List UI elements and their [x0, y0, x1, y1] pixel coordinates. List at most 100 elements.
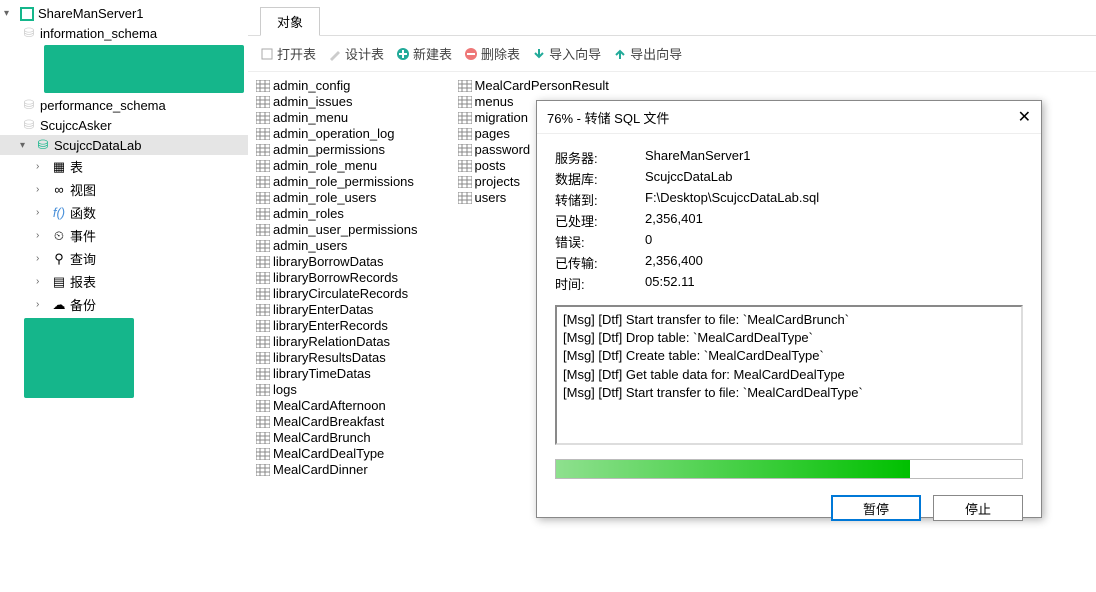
table-row[interactable]: MealCardDealType [256, 446, 418, 461]
table-row[interactable]: MealCardBrunch [256, 430, 418, 445]
table-icon [458, 112, 472, 124]
import-wizard-button[interactable]: 导入向导 [532, 44, 601, 63]
minus-icon [464, 47, 478, 61]
info-value: F:\Desktop\ScujccDataLab.sql [645, 190, 819, 209]
info-label: 转储到: [555, 190, 645, 209]
tree-child-函数[interactable]: ›f()函数 [0, 201, 248, 224]
export-wizard-button[interactable]: 导出向导 [613, 44, 682, 63]
chevron-down-icon: ▾ [20, 140, 34, 151]
table-row[interactable]: MealCardAfternoon [256, 398, 418, 413]
table-icon [458, 144, 472, 156]
table-icon [256, 128, 270, 140]
table-row[interactable]: admin_role_users [256, 190, 418, 205]
tree-child-报表[interactable]: ›▤报表 [0, 270, 248, 293]
table-row[interactable]: admin_user_permissions [256, 222, 418, 237]
info-label: 错误: [555, 232, 645, 251]
info-row: 时间:05:52.11 [555, 274, 1023, 293]
table-row[interactable]: admin_config [256, 78, 418, 93]
pause-button[interactable]: 暂停 [831, 495, 921, 521]
new-table-button[interactable]: 新建表 [396, 44, 452, 63]
tree-child-表[interactable]: ›▦表 [0, 155, 248, 178]
btn-label: 打开表 [277, 44, 316, 63]
table-name: libraryTimeDatas [273, 366, 371, 381]
table-icon [256, 416, 270, 428]
server-icon [18, 7, 36, 21]
tab-bar: 对象 [248, 0, 1096, 36]
table-row[interactable]: libraryTimeDatas [256, 366, 418, 381]
table-icon [256, 176, 270, 188]
stop-button[interactable]: 停止 [933, 495, 1023, 521]
chevron-right-icon: › [36, 207, 50, 218]
table-icon [256, 112, 270, 124]
db-node-perf-schema[interactable]: ⛁ performance_schema [0, 95, 248, 115]
database-icon: ⛁ [34, 137, 52, 153]
table-icon [256, 224, 270, 236]
db-node-asker[interactable]: ⛁ ScujccAsker [0, 115, 248, 135]
table-row[interactable]: logs [256, 382, 418, 397]
table-row[interactable]: admin_menu [256, 110, 418, 125]
table-name: posts [475, 158, 506, 173]
db-label: ScujccDataLab [54, 138, 141, 153]
table-row[interactable]: admin_role_permissions [256, 174, 418, 189]
table-icon [256, 384, 270, 396]
delete-table-button[interactable]: 删除表 [464, 44, 520, 63]
table-row[interactable]: admin_permissions [256, 142, 418, 157]
open-table-button[interactable]: 打开表 [260, 44, 316, 63]
table-row[interactable]: libraryRelationDatas [256, 334, 418, 349]
table-row[interactable]: libraryBorrowDatas [256, 254, 418, 269]
table-icon [256, 288, 270, 300]
table-name: admin_issues [273, 94, 353, 109]
info-value: 2,356,400 [645, 253, 703, 272]
info-label: 已处理: [555, 211, 645, 230]
export-icon [613, 47, 627, 61]
info-value: ScujccDataLab [645, 169, 732, 188]
db-node-datalab[interactable]: ▾ ⛁ ScujccDataLab [0, 135, 248, 155]
table-row[interactable]: admin_users [256, 238, 418, 253]
table-name: libraryEnterDatas [273, 302, 373, 317]
table-row[interactable]: MealCardBreakfast [256, 414, 418, 429]
btn-label: 设计表 [345, 44, 384, 63]
btn-label: 新建表 [413, 44, 452, 63]
tab-objects[interactable]: 对象 [260, 7, 320, 36]
btn-label: 导入向导 [549, 44, 601, 63]
child-icon: ⏲ [50, 228, 68, 244]
child-label: 备份 [70, 295, 96, 314]
tree-child-备份[interactable]: ›☁备份 [0, 293, 248, 316]
tree-child-事件[interactable]: ›⏲事件 [0, 224, 248, 247]
table-row[interactable]: libraryCirculateRecords [256, 286, 418, 301]
log-line: [Msg] [Dtf] Create table: `MealCardDealT… [563, 347, 1015, 365]
table-row[interactable]: admin_issues [256, 94, 418, 109]
dialog-title: 76% - 转储 SQL 文件 [547, 108, 669, 127]
db-label: ScujccAsker [40, 118, 112, 133]
tree-child-查询[interactable]: ›⚲查询 [0, 247, 248, 270]
table-icon [458, 96, 472, 108]
table-row[interactable]: libraryEnterRecords [256, 318, 418, 333]
table-row[interactable]: libraryBorrowRecords [256, 270, 418, 285]
server-node[interactable]: ▾ ShareManServer1 [0, 4, 248, 23]
design-table-button[interactable]: 设计表 [328, 44, 384, 63]
table-icon [458, 192, 472, 204]
table-icon [256, 352, 270, 364]
close-icon[interactable]: ✕ [1018, 107, 1031, 127]
table-row[interactable]: MealCardPersonResult [458, 78, 609, 93]
tree-child-视图[interactable]: ›∞视图 [0, 178, 248, 201]
table-icon [256, 208, 270, 220]
db-label: information_schema [40, 26, 157, 41]
table-row[interactable]: libraryEnterDatas [256, 302, 418, 317]
table-row[interactable]: admin_roles [256, 206, 418, 221]
table-row[interactable]: MealCardDinner [256, 462, 418, 477]
chevron-right-icon: › [36, 230, 50, 241]
table-row[interactable]: admin_operation_log [256, 126, 418, 141]
log-line: [Msg] [Dtf] Start transfer to file: `Mea… [563, 311, 1015, 329]
table-row[interactable]: libraryResultsDatas [256, 350, 418, 365]
btn-label: 导出向导 [630, 44, 682, 63]
table-row[interactable]: admin_role_menu [256, 158, 418, 173]
child-label: 视图 [70, 180, 96, 199]
message-log[interactable]: [Msg] [Dtf] Start transfer to file: `Mea… [555, 305, 1023, 445]
table-icon [256, 240, 270, 252]
child-icon: f() [50, 205, 68, 220]
table-icon [256, 272, 270, 284]
db-node-info-schema[interactable]: ⛁ information_schema [0, 23, 248, 43]
table-name: projects [475, 174, 521, 189]
child-label: 事件 [70, 226, 96, 245]
